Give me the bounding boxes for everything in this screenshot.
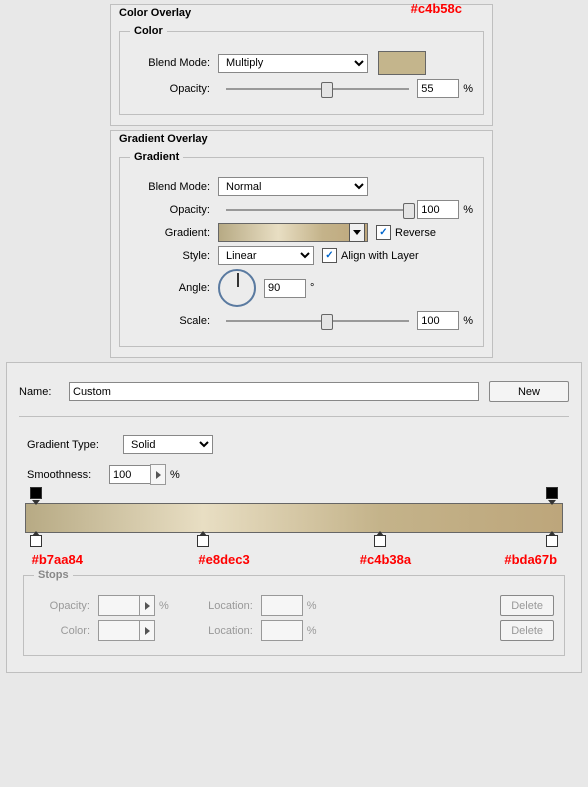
gradient-type-label: Gradient Type:	[27, 439, 123, 451]
chevron-right-icon	[145, 627, 150, 635]
reverse-label: Reverse	[395, 227, 436, 239]
opacity-label: Opacity:	[130, 204, 210, 216]
stop-color-picker-button[interactable]	[139, 620, 155, 641]
annotation-stop-hex: #bda67b	[504, 552, 557, 567]
opacity-slider[interactable]	[226, 202, 409, 218]
gradient-name-input[interactable]	[69, 382, 479, 401]
angle-input[interactable]	[264, 279, 306, 298]
pct-label: %	[170, 469, 180, 481]
stop-opacity-input[interactable]	[98, 595, 140, 616]
deg-label: °	[310, 282, 314, 294]
gradient-type-select[interactable]: Solid	[123, 435, 213, 454]
delete-button[interactable]: Delete	[500, 620, 554, 641]
pct-label: %	[463, 83, 473, 95]
gradient-group: Gradient Blend Mode: Normal Opacity: % G…	[119, 151, 484, 347]
opacity-input[interactable]	[417, 79, 459, 98]
pct-label: %	[307, 625, 317, 637]
chevron-down-icon	[353, 230, 361, 235]
stop-opacity-label: Opacity:	[34, 600, 90, 612]
scale-label: Scale:	[130, 315, 210, 327]
stop-location-label: Location:	[189, 625, 253, 637]
stop-color-label: Color:	[34, 625, 90, 637]
pct-label: %	[463, 204, 473, 216]
gradient-dropdown-button[interactable]	[349, 223, 365, 242]
color-swatch[interactable]	[378, 51, 426, 75]
blend-mode-select[interactable]: Normal	[218, 177, 368, 196]
angle-label: Angle:	[130, 282, 210, 294]
blend-mode-label: Blend Mode:	[130, 57, 210, 69]
color-stop[interactable]	[30, 535, 42, 549]
gradient-editor-panel: Name: New Gradient Type: Solid Smoothnes…	[6, 362, 582, 673]
gradient-bar: #b7aa84 #e8dec3 #c4b38a #bda67b	[25, 503, 563, 533]
stop-location-input[interactable]	[261, 620, 303, 641]
gradient-preview[interactable]	[218, 223, 368, 242]
stop-opacity-stepper[interactable]	[139, 595, 155, 616]
style-label: Style:	[130, 250, 210, 262]
pct-label: %	[307, 600, 317, 612]
opacity-slider[interactable]	[226, 81, 409, 97]
color-stop[interactable]	[546, 535, 558, 549]
style-select[interactable]: Linear	[218, 246, 314, 265]
scale-input[interactable]	[417, 311, 459, 330]
panel-title: Color Overlay	[119, 7, 484, 19]
group-legend: Color	[130, 25, 167, 37]
color-overlay-panel: #c4b58c Color Overlay Color Blend Mode: …	[110, 4, 493, 126]
color-stop[interactable]	[374, 535, 386, 549]
scale-slider[interactable]	[226, 313, 409, 329]
stop-location-label: Location:	[189, 600, 253, 612]
stops-group: Stops Opacity: % Location: % Delete Colo…	[23, 569, 565, 656]
smoothness-stepper[interactable]	[150, 464, 166, 485]
stops-legend: Stops	[34, 569, 73, 581]
stop-location-input[interactable]	[261, 595, 303, 616]
align-checkbox[interactable]: ✓	[322, 248, 337, 263]
opacity-stop[interactable]	[30, 487, 42, 501]
chevron-right-icon	[156, 471, 161, 479]
pct-label: %	[463, 315, 473, 327]
smoothness-label: Smoothness:	[27, 469, 109, 481]
gradient-bar-fill[interactable]	[25, 503, 563, 533]
opacity-label: Opacity:	[130, 83, 210, 95]
blend-mode-label: Blend Mode:	[130, 181, 210, 193]
stop-color-swatch[interactable]	[98, 620, 140, 641]
editor-inner: Gradient Type: Solid Smoothness: % #b7aa…	[19, 416, 569, 660]
annotation-stop-hex: #c4b38a	[360, 552, 411, 567]
pct-label: %	[159, 600, 169, 612]
color-stop[interactable]	[197, 535, 209, 549]
angle-dial[interactable]	[218, 269, 256, 307]
smoothness-input[interactable]	[109, 465, 151, 484]
delete-button[interactable]: Delete	[500, 595, 554, 616]
new-button[interactable]: New	[489, 381, 569, 402]
blend-mode-select[interactable]: Multiply	[218, 54, 368, 73]
chevron-right-icon	[145, 602, 150, 610]
panel-title: Gradient Overlay	[119, 133, 484, 145]
opacity-input[interactable]	[417, 200, 459, 219]
name-label: Name:	[19, 386, 69, 398]
gradient-label: Gradient:	[130, 227, 210, 239]
group-legend: Gradient	[130, 151, 183, 163]
align-label: Align with Layer	[341, 250, 419, 262]
reverse-checkbox[interactable]: ✓	[376, 225, 391, 240]
color-group: Color Blend Mode: Multiply Opacity: %	[119, 25, 484, 115]
gradient-overlay-panel: Gradient Overlay Gradient Blend Mode: No…	[110, 130, 493, 358]
annotation-stop-hex: #e8dec3	[198, 552, 249, 567]
annotation-stop-hex: #b7aa84	[32, 552, 83, 567]
opacity-stop[interactable]	[546, 487, 558, 501]
